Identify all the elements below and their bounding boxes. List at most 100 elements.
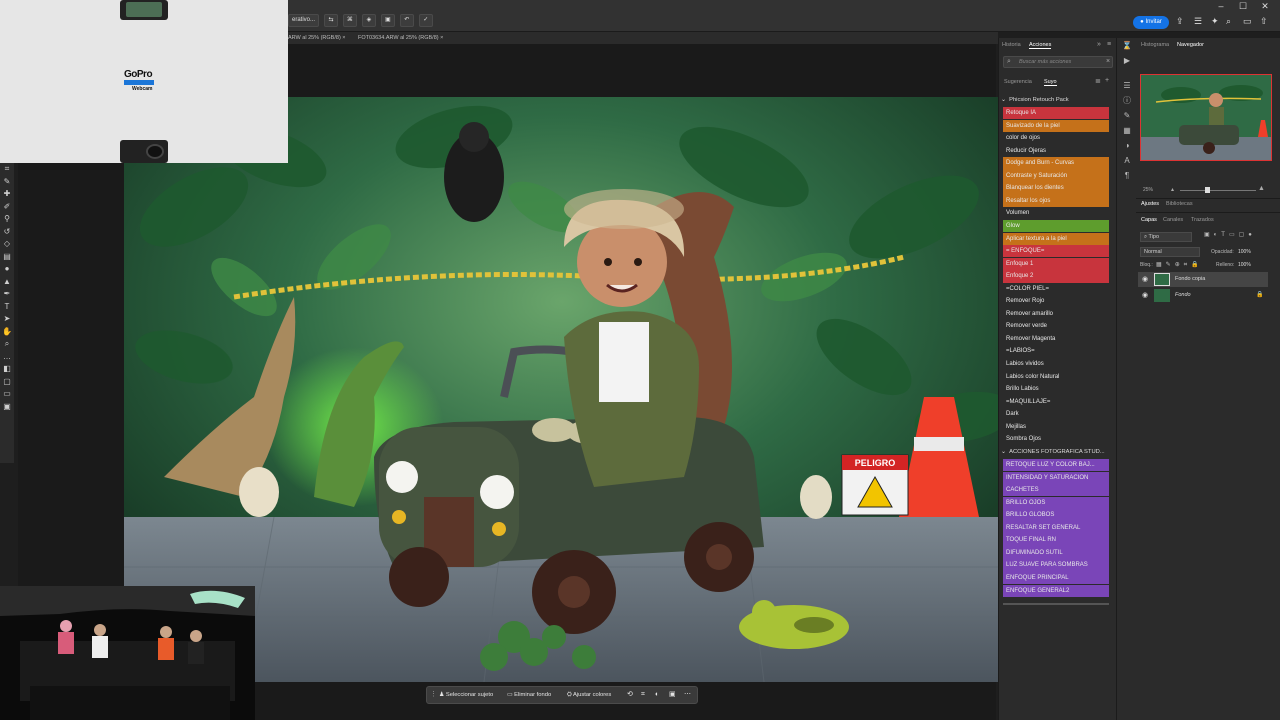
remove-background-button[interactable]: ▭ Eliminar fondo: [507, 687, 551, 703]
action-item[interactable]: LUZ SUAVE PARA SOMBRAS: [1003, 559, 1109, 572]
actions-panel-icon[interactable]: ▶: [1117, 53, 1137, 68]
close-window-button[interactable]: ✕: [1254, 0, 1276, 12]
adjustment-layer-icon[interactable]: ▣: [669, 687, 676, 703]
tab-histogram[interactable]: Histograma: [1141, 42, 1169, 48]
action-item[interactable]: Reducir Ojeras: [1003, 145, 1109, 157]
action-item[interactable]: Aplicar textura a la piel: [1003, 232, 1109, 245]
shape-icon[interactable]: ◈: [361, 14, 376, 27]
invite-button[interactable]: ● Invitar: [1133, 16, 1169, 29]
layer-row-fondo[interactable]: ◉ Fondo 🔒: [1138, 288, 1268, 303]
info-icon[interactable]: ⓘ: [1117, 93, 1137, 108]
tab-history[interactable]: Historia: [1002, 42, 1021, 48]
zoom-slider-handle[interactable]: [1205, 187, 1210, 193]
action-item[interactable]: Resaltar los ojos: [1003, 194, 1109, 208]
tab-adjustments[interactable]: Ajustes: [1141, 201, 1159, 207]
layer-row-fondo-copia[interactable]: ◉ Fondo copia: [1138, 272, 1268, 287]
navigator-thumbnail[interactable]: [1140, 74, 1272, 161]
action-item[interactable]: color de ojos: [1003, 132, 1109, 144]
path-selection-icon[interactable]: ➤: [0, 313, 14, 326]
learn-icon[interactable]: ☰: [1194, 16, 1202, 27]
commit-icon[interactable]: ✓: [418, 14, 433, 27]
history-panel-icon[interactable]: ⌛: [1117, 38, 1137, 53]
hand-tool-icon[interactable]: ✋: [0, 326, 14, 339]
action-item[interactable]: Remover verde: [1003, 320, 1109, 332]
action-item[interactable]: =MAQUILLAJE=: [1003, 396, 1109, 408]
doc-tab-1[interactable]: ARW al 25% (RGB/8) ×: [288, 33, 352, 44]
action-item[interactable]: Dodge and Burn - Curvas: [1003, 157, 1109, 170]
tab-channels[interactable]: Canales: [1163, 217, 1183, 223]
zoom-tool-icon[interactable]: ⌕: [0, 338, 14, 351]
transform-icon[interactable]: ⟲: [627, 687, 633, 703]
zoom-out-icon[interactable]: ▴: [1171, 186, 1174, 193]
action-item[interactable]: Brillo Labios: [1003, 383, 1109, 395]
visibility-eye-icon[interactable]: ◉: [1142, 272, 1148, 287]
screen-mode-icon[interactable]: ▭: [0, 388, 14, 401]
action-item[interactable]: Remover Rojo: [1003, 295, 1109, 307]
panel-menu-icon[interactable]: ≡: [1107, 41, 1111, 48]
action-item[interactable]: Blanquear los dientes: [1003, 182, 1109, 195]
action-item[interactable]: Enfoque 2: [1003, 270, 1109, 283]
subtab-suggestions[interactable]: Sugerencia: [1004, 79, 1032, 85]
action-item[interactable]: INTENSIDAD Y SATURACION: [1003, 471, 1109, 484]
opacity-value[interactable]: 100%: [1238, 249, 1251, 255]
mask-icon[interactable]: ◐: [655, 687, 659, 703]
generative-fill-button[interactable]: erativo...: [288, 14, 320, 27]
action-item[interactable]: Dark: [1003, 408, 1109, 420]
action-item[interactable]: Labios color Natural: [1003, 371, 1109, 383]
document-canvas-image[interactable]: PELIGRO: [124, 97, 1000, 682]
panel-scrollbar[interactable]: [1003, 603, 1109, 605]
channels-icon[interactable]: ◑: [1117, 138, 1137, 153]
lock-icons[interactable]: ▦✎⊕⌗🔒: [1156, 261, 1203, 269]
action-item[interactable]: Labios vividos: [1003, 358, 1109, 370]
clear-search-icon[interactable]: ×: [1106, 58, 1110, 65]
zoom-in-icon[interactable]: ▲: [1258, 185, 1265, 192]
panel-collapse-icon[interactable]: »: [1097, 41, 1101, 48]
layer-kind-filter[interactable]: ⌕ Tipo: [1140, 232, 1192, 242]
brush-tool-icon[interactable]: ✐: [0, 201, 14, 214]
action-item[interactable]: ENFOQUE GENERAL2: [1003, 584, 1109, 597]
pen-tool-icon[interactable]: ✒: [0, 288, 14, 301]
drag-handle-icon[interactable]: ⋮: [430, 687, 437, 703]
action-item[interactable]: Remover Magenta: [1003, 333, 1109, 345]
minimize-button[interactable]: –: [1210, 0, 1232, 12]
paragraph-icon[interactable]: ¶: [1117, 168, 1137, 183]
search-icon[interactable]: ⌕: [1226, 16, 1231, 27]
history-brush-icon[interactable]: ↺: [0, 226, 14, 239]
add-action-icon[interactable]: +: [1105, 77, 1109, 84]
color-swatches-icon[interactable]: ◧: [0, 363, 14, 376]
action-item[interactable]: Retoque IA: [1003, 107, 1109, 120]
actions-search-input[interactable]: ⌕ Buscar más acciones ×: [1003, 56, 1113, 68]
action-item[interactable]: =COLOR PIEL=: [1003, 283, 1109, 295]
tab-layers[interactable]: Capas: [1141, 217, 1157, 223]
action-item[interactable]: Contraste y Saturación: [1003, 169, 1109, 183]
subtab-yours[interactable]: Suyo: [1044, 79, 1057, 86]
zoom-slider[interactable]: [1180, 187, 1256, 193]
fill-value[interactable]: 100%: [1238, 262, 1251, 268]
mask-icon[interactable]: ⌘: [342, 14, 357, 27]
workspace-icon[interactable]: ▭: [1243, 16, 1252, 27]
share-icon[interactable]: ⇪: [1176, 16, 1184, 27]
action-item[interactable]: Remover amarillo: [1003, 308, 1109, 320]
character-icon[interactable]: A: [1117, 153, 1137, 168]
action-item[interactable]: BRILLO OJOS: [1003, 496, 1109, 510]
action-item[interactable]: Volumen: [1003, 207, 1109, 219]
dodge-tool-icon[interactable]: ▲: [0, 276, 14, 289]
visibility-eye-icon[interactable]: ◉: [1142, 288, 1148, 303]
action-item[interactable]: CACHETES: [1003, 484, 1109, 497]
list-view-icon[interactable]: ≣: [1095, 77, 1101, 85]
action-item[interactable]: TOQUE FINAL RN: [1003, 534, 1109, 547]
action-item[interactable]: Mejillas: [1003, 421, 1109, 433]
crop-icon[interactable]: ⌗: [641, 687, 645, 703]
undo-icon[interactable]: ↶: [399, 14, 414, 27]
more-tools-icon[interactable]: …: [0, 351, 14, 364]
action-item[interactable]: RESALTAR SET GENERAL: [1003, 521, 1109, 535]
adjust-colors-button[interactable]: ⛭ Ajustar colores: [567, 687, 611, 703]
gradient-tool-icon[interactable]: ▤: [0, 251, 14, 264]
type-tool-icon[interactable]: T: [0, 301, 14, 314]
action-item[interactable]: Suavizado de la piel: [1003, 119, 1109, 132]
share-upload-icon[interactable]: ⇧: [1260, 16, 1268, 27]
swatches-icon[interactable]: ▦: [1117, 123, 1137, 138]
action-item[interactable]: = ENFOQUE=: [1003, 245, 1109, 258]
action-item[interactable]: DIFUMINADO SUTIL: [1003, 546, 1109, 560]
tab-libraries[interactable]: Bibliotecas: [1166, 201, 1193, 207]
